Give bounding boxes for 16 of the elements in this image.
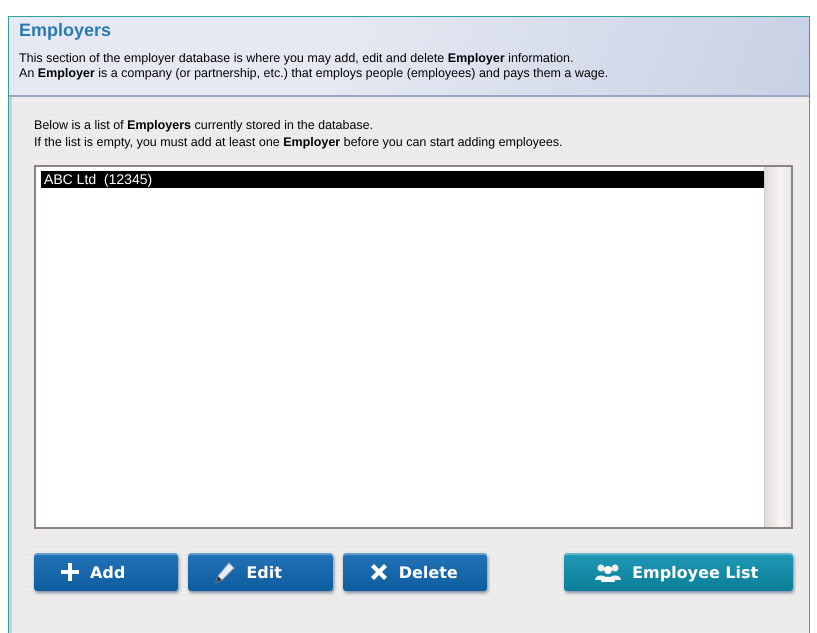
instruction-text: Below is a list of Employers currently stored in the database. — [34, 117, 374, 134]
pencil-icon — [214, 561, 236, 583]
list-item[interactable]: ABC Ltd (12345) — [41, 171, 764, 188]
employer-list[interactable]: ABC Ltd (12345) — [34, 165, 793, 529]
scrollbar[interactable] — [764, 167, 791, 527]
description-text: This section of the employer database is where you may add, edit and delete Employer information. — [19, 51, 574, 66]
delete-button[interactable]: Delete — [342, 553, 488, 591]
people-button[interactable]: Employee List — [564, 553, 794, 591]
description-text: An Employer is a company (or partnership, etc.) that employs people (employees) and pays them a wage. — [19, 66, 610, 81]
plus-icon — [60, 562, 80, 582]
section-title: Employers — [19, 20, 112, 41]
people-icon — [594, 562, 622, 582]
x-icon — [368, 562, 389, 582]
edit-button[interactable]: Edit — [188, 553, 333, 591]
add-button[interactable]: Add — [34, 553, 178, 591]
instruction-text: If the list is empty, you must add at least one Employer before you can start adding employees. — [34, 134, 564, 151]
